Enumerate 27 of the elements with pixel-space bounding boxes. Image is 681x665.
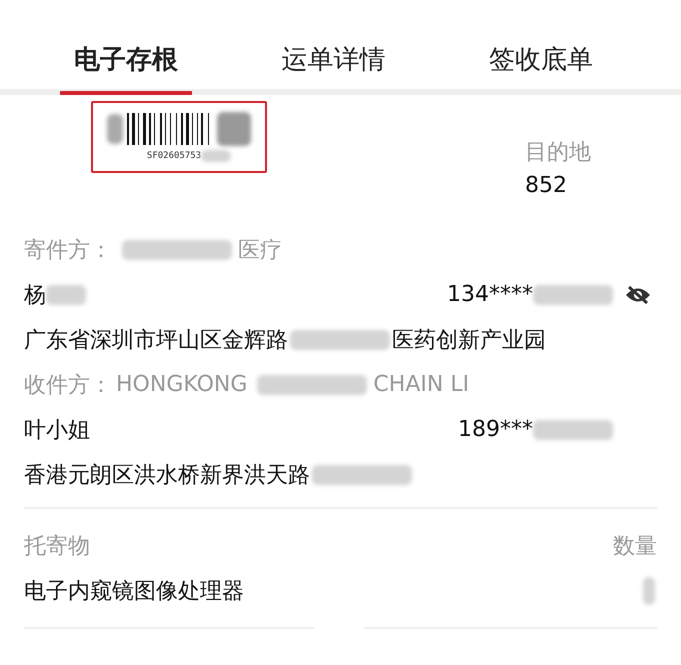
phone-number: 134**** <box>447 282 533 307</box>
redaction-blur <box>217 112 251 146</box>
contact-name: 杨 <box>24 282 46 310</box>
contact-name: 叶小姐 <box>24 416 90 444</box>
address-text: 广东省深圳市坪山区金辉路 <box>24 326 288 354</box>
party-label: HONGKONG <box>116 372 248 397</box>
redaction-blur <box>643 576 655 604</box>
party-label: 寄件方： <box>24 236 112 264</box>
hidden-eye-icon[interactable] <box>625 284 651 304</box>
address-text: 香港元朗区洪水桥新界洪天路 <box>24 462 310 490</box>
quantity-label: 数量 <box>613 532 657 560</box>
waybill-number: SF02605753 <box>146 151 202 161</box>
party-label: 收件方： <box>24 372 112 400</box>
party-label: 医疗 <box>238 236 282 264</box>
tab[interactable]: 签收底单 <box>475 40 607 95</box>
tab[interactable]: 运单详情 <box>268 40 400 95</box>
goods-label: 托寄物 <box>24 532 90 560</box>
party-label: CHAIN LI <box>373 372 470 397</box>
redaction-blur <box>107 114 123 144</box>
redaction-blur <box>46 284 86 304</box>
tab[interactable]: 电子存根 <box>60 40 192 95</box>
goods-name: 电子内窥镜图像处理器 <box>24 578 244 606</box>
destination-code: 852 <box>525 173 568 198</box>
redaction-blur <box>201 150 232 162</box>
phone-number: 189*** <box>458 417 533 442</box>
address-text: 医药创新产业园 <box>392 326 546 354</box>
destination-label: 目的地 <box>525 139 591 167</box>
